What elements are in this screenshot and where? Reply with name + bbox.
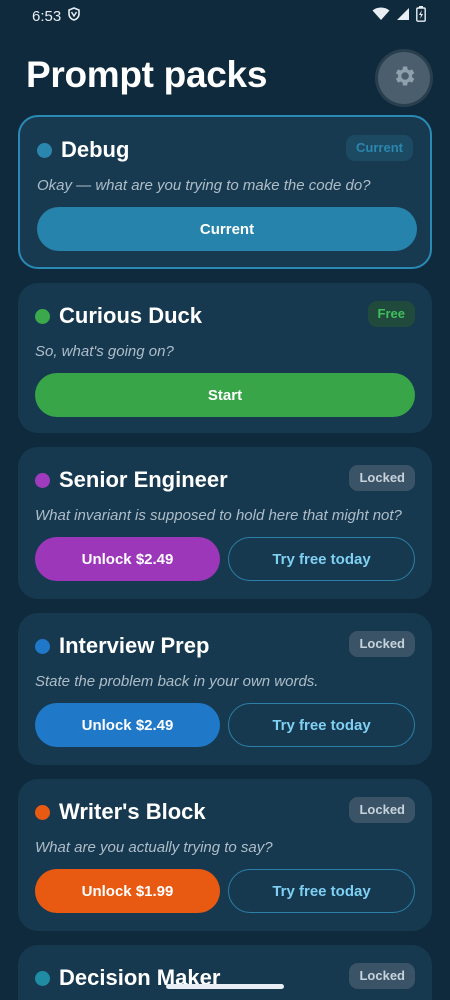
pack-quote: Okay — what are you trying to make the c…	[37, 177, 371, 194]
try-free-button[interactable]: Try free today	[228, 537, 415, 581]
unlock-button[interactable]: Unlock $2.49	[35, 703, 220, 747]
pack-color-dot	[35, 639, 50, 654]
pack-card-writers-block[interactable]: Writer's Block Locked What are you actua…	[18, 779, 432, 931]
status-right	[372, 6, 426, 26]
pack-color-dot	[35, 309, 50, 324]
pack-quote: What are you actually trying to say?	[35, 839, 273, 856]
try-free-button[interactable]: Try free today	[228, 703, 415, 747]
pack-color-dot	[35, 805, 50, 820]
battery-icon	[416, 6, 426, 26]
status-badge: Locked	[349, 465, 415, 491]
pack-quote: So, what's going on?	[35, 343, 174, 360]
header: Prompt packs	[26, 50, 436, 110]
status-left: 6:53	[32, 7, 81, 25]
signal-icon	[396, 7, 410, 25]
page-title: Prompt packs	[26, 54, 268, 95]
pack-name: Debug	[61, 137, 130, 162]
pack-card-header: Curious Duck Free	[35, 301, 415, 331]
pack-card-curious-duck[interactable]: Curious Duck Free So, what's going on? S…	[18, 283, 432, 433]
vpn-shield-icon	[67, 7, 81, 25]
status-badge: Locked	[349, 631, 415, 657]
status-badge: Locked	[349, 797, 415, 823]
pack-card-interview-prep[interactable]: Interview Prep Locked State the problem …	[18, 613, 432, 765]
unlock-button[interactable]: Unlock $2.49	[35, 537, 220, 581]
status-badge: Current	[346, 135, 413, 161]
current-button[interactable]: Current	[37, 207, 417, 251]
settings-button[interactable]	[378, 52, 430, 104]
start-button[interactable]: Start	[35, 373, 415, 417]
try-free-button[interactable]: Try free today	[228, 869, 415, 913]
pack-name: Senior Engineer	[59, 467, 228, 492]
pack-card-header: Interview Prep Locked	[35, 631, 415, 661]
status-bar: 6:53	[0, 0, 450, 32]
pack-color-dot	[37, 143, 52, 158]
home-indicator[interactable]	[166, 984, 284, 989]
gear-icon	[391, 63, 417, 94]
pack-card-decision-maker[interactable]: Decision Maker Locked	[18, 945, 432, 1000]
pack-name: Interview Prep	[59, 633, 210, 658]
pack-card-debug[interactable]: Debug Current Okay — what are you trying…	[18, 115, 432, 269]
screen: 6:53 Prompt packs Debug Current Okay — w…	[0, 0, 450, 1000]
pack-color-dot	[35, 473, 50, 488]
pack-card-header: Debug Current	[37, 135, 413, 165]
pack-card-header: Writer's Block Locked	[35, 797, 415, 827]
pack-name: Writer's Block	[59, 799, 206, 824]
pack-card-header: Senior Engineer Locked	[35, 465, 415, 495]
wifi-icon	[372, 7, 390, 25]
pack-card-senior-engineer[interactable]: Senior Engineer Locked What invariant is…	[18, 447, 432, 599]
status-badge: Free	[367, 301, 415, 327]
pack-color-dot	[35, 971, 50, 986]
pack-name: Curious Duck	[59, 303, 203, 328]
status-badge: Locked	[349, 963, 415, 989]
pack-quote: What invariant is supposed to hold here …	[35, 507, 402, 524]
pack-quote: State the problem back in your own words…	[35, 673, 319, 690]
unlock-button[interactable]: Unlock $1.99	[35, 869, 220, 913]
status-time: 6:53	[32, 7, 62, 25]
